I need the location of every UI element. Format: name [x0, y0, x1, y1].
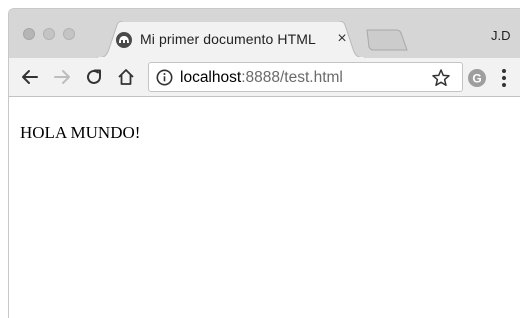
page-body-text: HOLA MUNDO! — [20, 123, 141, 142]
address-bar[interactable]: localhost:8888/test.html — [148, 62, 463, 92]
window-close-button[interactable] — [23, 28, 35, 40]
new-tab-button[interactable] — [363, 29, 411, 51]
star-icon[interactable] — [431, 68, 451, 88]
browser-window: Mi primer documento HTML × J.D localhost… — [8, 8, 520, 318]
tab-active[interactable]: Mi primer documento HTML × — [97, 21, 365, 58]
tab-close-icon[interactable]: × — [335, 30, 349, 48]
url-path: :8888/test.html — [241, 69, 343, 86]
toolbar: localhost:8888/test.html G — [9, 58, 520, 97]
forward-icon[interactable] — [51, 66, 73, 88]
tab-title: Mi primer documento HTML — [140, 31, 316, 47]
url-host: localhost — [180, 69, 242, 86]
menu-icon[interactable] — [500, 67, 508, 89]
globe-icon — [116, 32, 132, 48]
info-icon[interactable] — [156, 69, 173, 86]
extension-letter: G — [472, 71, 481, 85]
reload-icon[interactable] — [83, 66, 105, 88]
back-icon[interactable] — [19, 66, 41, 88]
window-maximize-button[interactable] — [63, 28, 75, 40]
extension-g-icon[interactable]: G — [467, 68, 487, 88]
window-minimize-button[interactable] — [43, 28, 55, 40]
url-text: localhost:8888/test.html — [180, 69, 343, 87]
page-content: HOLA MUNDO! — [9, 98, 520, 318]
home-icon[interactable] — [115, 66, 137, 88]
tab-strip: Mi primer documento HTML × J.D — [9, 9, 520, 58]
profile-name[interactable]: J.D — [491, 28, 511, 43]
